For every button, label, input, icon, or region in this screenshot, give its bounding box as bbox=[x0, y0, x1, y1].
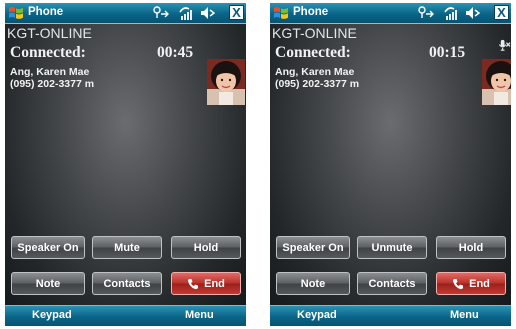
status-icons bbox=[417, 5, 487, 21]
app-title: Phone bbox=[293, 6, 329, 18]
softkey-bar: Keypad Menu bbox=[270, 305, 511, 326]
status-icons bbox=[152, 5, 222, 21]
unmute-button[interactable]: Unmute bbox=[357, 236, 427, 259]
contacts-button[interactable]: Contacts bbox=[92, 272, 162, 295]
close-button[interactable]: X bbox=[494, 5, 509, 20]
network-name: KGT-ONLINE bbox=[7, 25, 92, 41]
contact-photo bbox=[207, 59, 245, 105]
title-bar: Phone X bbox=[270, 3, 511, 24]
app-title: Phone bbox=[28, 6, 64, 18]
microphone-muted-icon bbox=[498, 39, 511, 51]
softkey-bar: Keypad Menu bbox=[5, 305, 246, 326]
mute-button[interactable]: Mute bbox=[92, 236, 162, 259]
connectivity-icon[interactable] bbox=[417, 5, 435, 21]
signal-strength-icon[interactable] bbox=[442, 5, 458, 21]
windows-flag-icon[interactable] bbox=[8, 5, 24, 21]
phone-screen-active: Phone X KGT-ONLINE Connected: 00:45 Ang,… bbox=[5, 3, 246, 326]
contact-number: (095) 202-3377 m bbox=[10, 78, 95, 90]
end-call-label: End bbox=[469, 277, 490, 290]
speaker-on-button[interactable]: Speaker On bbox=[11, 236, 85, 259]
note-button[interactable]: Note bbox=[11, 272, 85, 295]
call-status: Connected: bbox=[10, 44, 86, 61]
contact-photo bbox=[482, 59, 511, 105]
note-button[interactable]: Note bbox=[276, 272, 350, 295]
phone-screen-muted: Phone X KGT-ONLINE Connected: 00:15 Ang,… bbox=[270, 3, 511, 326]
contact-name: Ang, Karen Mae bbox=[275, 66, 355, 78]
keypad-softkey[interactable]: Keypad bbox=[297, 309, 337, 321]
contacts-button[interactable]: Contacts bbox=[357, 272, 427, 295]
speaker-volume-icon[interactable] bbox=[199, 5, 215, 21]
call-status: Connected: bbox=[275, 44, 351, 61]
connectivity-icon[interactable] bbox=[152, 5, 170, 21]
end-call-button[interactable]: End bbox=[436, 272, 506, 295]
speaker-on-button[interactable]: Speaker On bbox=[276, 236, 350, 259]
speaker-volume-icon[interactable] bbox=[464, 5, 480, 21]
contact-number: (095) 202-3377 m bbox=[275, 78, 360, 90]
close-button[interactable]: X bbox=[229, 5, 244, 20]
network-name: KGT-ONLINE bbox=[272, 25, 357, 41]
call-timer: 00:45 bbox=[157, 44, 194, 61]
phone-handset-icon bbox=[453, 278, 464, 289]
signal-strength-icon[interactable] bbox=[177, 5, 193, 21]
end-call-label: End bbox=[204, 277, 225, 290]
call-timer: 00:15 bbox=[429, 44, 466, 61]
hold-button[interactable]: Hold bbox=[436, 236, 506, 259]
menu-softkey[interactable]: Menu bbox=[450, 309, 479, 321]
contact-name: Ang, Karen Mae bbox=[10, 66, 90, 78]
hold-button[interactable]: Hold bbox=[171, 236, 241, 259]
menu-softkey[interactable]: Menu bbox=[185, 309, 214, 321]
phone-handset-icon bbox=[188, 278, 199, 289]
keypad-softkey[interactable]: Keypad bbox=[32, 309, 72, 321]
title-bar: Phone X bbox=[5, 3, 246, 24]
windows-flag-icon[interactable] bbox=[273, 5, 289, 21]
end-call-button[interactable]: End bbox=[171, 272, 241, 295]
